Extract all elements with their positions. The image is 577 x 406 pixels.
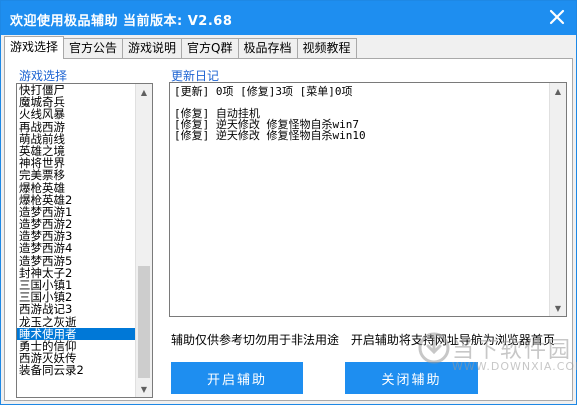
scroll-up-icon[interactable]: ▲ xyxy=(136,84,152,100)
game-list-item[interactable]: 造梦西游1 xyxy=(17,206,136,218)
game-list-item[interactable]: 西游战记3 xyxy=(17,303,136,315)
notice-homepage: 开启辅助将支持网址导航为浏览器首页 xyxy=(350,333,555,347)
tab-saves[interactable]: 极品存档 xyxy=(237,38,298,59)
game-list-item[interactable]: 造梦西游4 xyxy=(17,242,136,254)
game-list-scrollbar[interactable]: ▲ ▼ xyxy=(135,84,152,397)
game-list-item[interactable]: 三国小镇2 xyxy=(17,291,136,303)
game-list-item[interactable]: 三国小镇1 xyxy=(17,279,136,291)
scroll-down-icon[interactable]: ▼ xyxy=(136,381,152,397)
game-list-item[interactable]: 爆枪英雄2 xyxy=(17,194,136,206)
notice-disclaimer: 辅助仅供参考切勿用于非法用途 xyxy=(171,333,340,347)
title-bar[interactable]: 欢迎使用极品辅助 当前版本: V2.68 xyxy=(1,1,576,35)
tab-video-tutorials[interactable]: 视频教程 xyxy=(296,38,357,59)
tab-game-guide[interactable]: 游戏说明 xyxy=(122,38,183,59)
game-list-item[interactable]: 勇士的信仰 xyxy=(17,340,136,352)
window-title: 欢迎使用极品辅助 当前版本: V2.68 xyxy=(10,14,233,29)
game-list-item[interactable]: 魔城奇兵 xyxy=(17,96,136,108)
close-icon xyxy=(549,9,565,25)
game-list[interactable]: 快打僵尸 魔城奇兵 火线风暴 再战西游 萌战前线 英雄之境 神将世界 完美票移 爆枪英雄 爆枪英雄… xyxy=(16,83,153,398)
game-list-item[interactable]: 西游灭妖传 xyxy=(17,352,136,364)
scroll-up-icon[interactable]: ▲ xyxy=(550,83,566,99)
close-button[interactable] xyxy=(546,6,568,28)
game-list-item[interactable]: 火线风暴 xyxy=(17,108,136,120)
game-list-item[interactable]: 完美票移 xyxy=(17,169,136,181)
game-list-item[interactable]: 爆枪英雄 xyxy=(17,182,136,194)
game-list-item[interactable]: 封神太子2 xyxy=(17,267,136,279)
game-list-item[interactable]: 神将世界 xyxy=(17,157,136,169)
game-list-item[interactable]: 龙玉之灰逝 xyxy=(17,316,136,328)
start-assist-button[interactable]: 开启辅助 xyxy=(171,362,303,394)
notice-bar: 辅助仅供参考切勿用于非法用途 开启辅助将支持网址导航为浏览器首页 xyxy=(171,331,563,350)
changelog-scrollbar[interactable]: ▲ ▼ xyxy=(549,83,566,316)
tab-bar: 游戏选择 官方公告 游戏说明 官方Q群 极品存档 视频教程 xyxy=(4,36,357,59)
game-list-items: 快打僵尸 魔城奇兵 火线风暴 再战西游 萌战前线 英雄之境 神将世界 完美票移 爆枪英雄 爆枪英雄… xyxy=(17,84,136,377)
game-list-item[interactable]: 睡术使用者 xyxy=(17,327,136,340)
app-window: 欢迎使用极品辅助 当前版本: V2.68 游戏选择 官方公告 游戏说明 官方Q群… xyxy=(0,0,577,405)
tab-qq-group[interactable]: 官方Q群 xyxy=(181,38,239,59)
changelog-text: [更新] 0项 [修复]3项 [菜单]0项 [修复] 自动挂机 [修复] 逆天修… xyxy=(174,85,366,142)
game-list-item[interactable]: 快打僵尸 xyxy=(17,84,136,96)
game-list-item[interactable]: 再战西游 xyxy=(17,121,136,133)
tab-announcements[interactable]: 官方公告 xyxy=(63,38,124,59)
game-list-item[interactable]: 装备同云录2 xyxy=(17,364,136,376)
tab-game-select[interactable]: 游戏选择 xyxy=(4,36,65,59)
game-list-item[interactable]: 造梦西游5 xyxy=(17,255,136,267)
game-list-item[interactable]: 造梦西游3 xyxy=(17,230,136,242)
game-list-item[interactable]: 萌战前线 xyxy=(17,133,136,145)
scroll-down-icon[interactable]: ▼ xyxy=(550,300,566,316)
game-list-item[interactable]: 造梦西游2 xyxy=(17,218,136,230)
changelog-box[interactable]: [更新] 0项 [修复]3项 [菜单]0项 [修复] 自动挂机 [修复] 逆天修… xyxy=(169,82,567,317)
stop-assist-button[interactable]: 关闭辅助 xyxy=(345,362,478,394)
game-list-item[interactable]: 英雄之境 xyxy=(17,145,136,157)
game-select-label: 游戏选择 xyxy=(19,69,68,83)
scroll-thumb[interactable] xyxy=(138,266,150,378)
